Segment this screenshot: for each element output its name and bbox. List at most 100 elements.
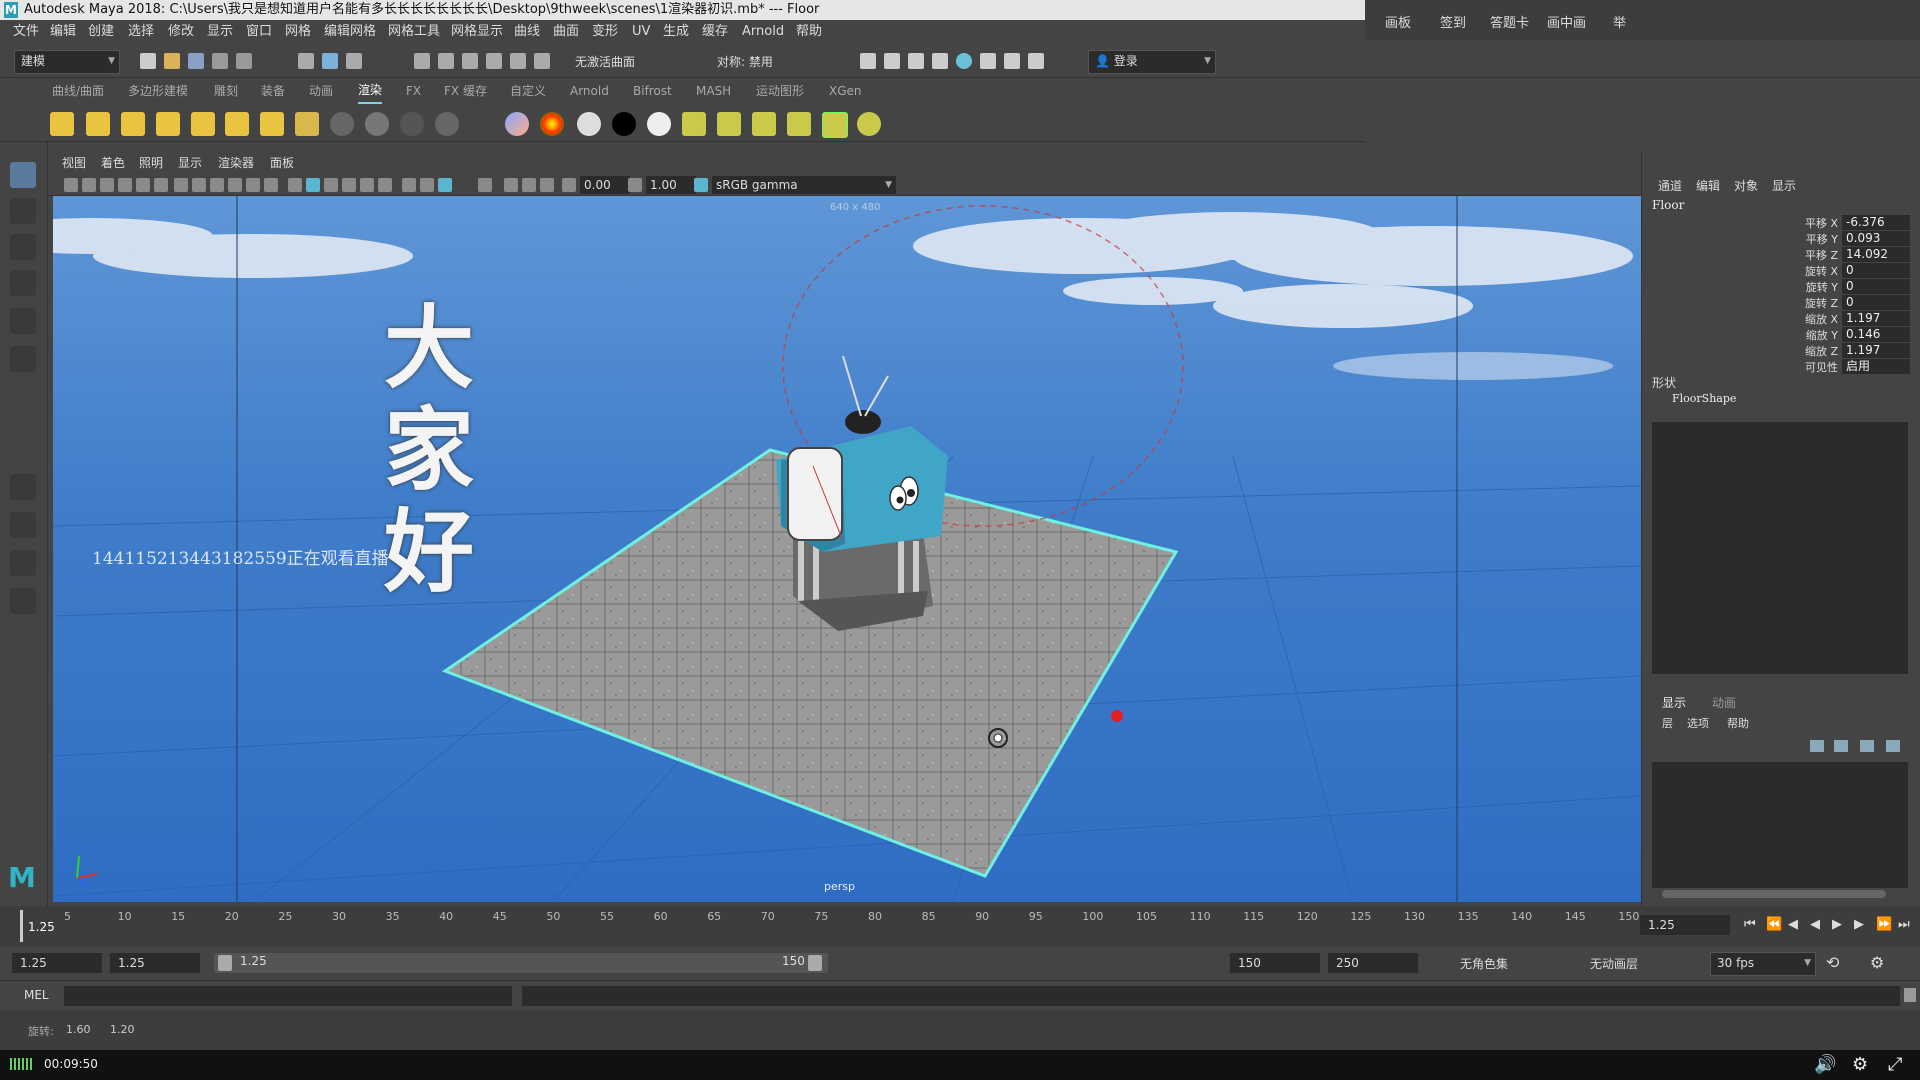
command-input[interactable] <box>64 986 512 1006</box>
layer-menu-options[interactable]: 选项 <box>1687 715 1709 731</box>
current-time-marker[interactable] <box>20 910 23 942</box>
layer-menu-layers[interactable]: 层 <box>1662 715 1673 731</box>
hypershade-icon[interactable] <box>956 53 972 69</box>
resolution-gate-icon[interactable] <box>192 178 206 192</box>
rotate-tool-icon[interactable] <box>10 308 36 334</box>
isolate-select-icon[interactable] <box>478 178 492 192</box>
batch-render-icon[interactable] <box>717 112 741 136</box>
exposure-field[interactable]: 0.00 <box>580 176 630 194</box>
menu-cache[interactable]: 缓存 <box>702 20 728 44</box>
step-forward-icon[interactable]: ⏩ <box>1876 917 1892 932</box>
attr-value-ty[interactable]: 0.093 <box>1842 231 1910 246</box>
directional-light-icon[interactable] <box>86 112 110 136</box>
shelf-tab-motion-graphics[interactable]: 运动图形 <box>756 78 804 104</box>
loop-icon[interactable]: ⟲ <box>1826 953 1839 972</box>
shelf-tab-fx[interactable]: FX <box>406 78 421 104</box>
camera-bookmark-icon[interactable] <box>82 178 96 192</box>
playback-end-field[interactable]: 150 <box>1230 953 1320 973</box>
layer-tab-anim[interactable]: 动画 <box>1712 694 1736 711</box>
shape-name[interactable]: FloorShape <box>1672 392 1736 405</box>
spot-light-icon[interactable] <box>156 112 180 136</box>
safe-action-icon[interactable] <box>246 178 260 192</box>
light-editor-icon[interactable] <box>260 112 284 136</box>
grease-pencil-icon[interactable] <box>136 178 150 192</box>
command-language[interactable]: MEL <box>24 988 49 1002</box>
shelf-tab-sculpt[interactable]: 雕刻 <box>214 78 238 104</box>
panel-menu-panels[interactable]: 面板 <box>270 152 294 174</box>
current-frame-field[interactable]: 1.25 <box>1640 915 1730 935</box>
wireframe-on-shaded-icon[interactable] <box>324 178 338 192</box>
channel-tab-object[interactable]: 对象 <box>1734 177 1758 194</box>
menu-create[interactable]: 创建 <box>88 20 114 44</box>
color-wheel-icon[interactable] <box>540 112 564 136</box>
shelf-tab-curves[interactable]: 曲线/曲面 <box>52 78 104 104</box>
open-scene-icon[interactable] <box>164 53 180 69</box>
render-toggle-icon[interactable] <box>822 112 848 138</box>
shelf-tab-xgen[interactable]: XGen <box>829 78 862 104</box>
shadows-icon[interactable] <box>378 178 392 192</box>
range-handle-end[interactable] <box>808 955 822 971</box>
menu-select[interactable]: 选择 <box>128 20 154 44</box>
step-back-key-icon[interactable]: ◀ <box>1788 917 1798 932</box>
exposure-icon[interactable] <box>562 178 576 192</box>
attr-value-sy[interactable]: 0.146 <box>1842 327 1910 342</box>
step-forward-key-icon[interactable]: ▶ <box>1854 917 1864 932</box>
panel-menu-renderer[interactable]: 渲染器 <box>218 152 254 174</box>
time-slider[interactable]: 1.25 5 10 15 20 25 30 35 40 45 50 55 60 65 70 75 80 85 90… <box>0 906 1920 946</box>
layer-scrollbar[interactable] <box>1662 890 1886 898</box>
use-lights-icon[interactable] <box>360 178 374 192</box>
anim-layer-dropdown[interactable]: 无动画层 <box>1590 955 1638 972</box>
layer-menu-help[interactable]: 帮助 <box>1727 715 1749 731</box>
menu-arnold[interactable]: Arnold <box>742 20 784 44</box>
channel-tab-edit[interactable]: 编辑 <box>1696 177 1720 194</box>
go-to-end-icon[interactable]: ⏭ <box>1898 917 1910 932</box>
motion-blur-icon[interactable] <box>420 178 434 192</box>
surface-shader-icon[interactable] <box>435 112 459 136</box>
anti-aliasing-icon[interactable] <box>438 178 452 192</box>
animation-start-field[interactable]: 1.25 <box>12 953 102 973</box>
textured-icon[interactable] <box>342 178 356 192</box>
shelf-tab-rigging[interactable]: 装备 <box>261 78 285 104</box>
black-sphere-icon[interactable] <box>612 112 636 136</box>
render-current-icon[interactable] <box>860 53 876 69</box>
shelf-tab-fx-cache[interactable]: FX 缓存 <box>444 78 487 104</box>
hypershade-shelf-icon[interactable] <box>857 112 881 136</box>
fullscreen-icon[interactable]: ⤢ <box>1888 1054 1902 1075</box>
shelf-tab-arnold[interactable]: Arnold <box>570 78 609 104</box>
grid-toggle-icon[interactable] <box>154 178 168 192</box>
snap-point-icon[interactable] <box>462 53 478 69</box>
new-layer-icon[interactable] <box>1860 740 1874 752</box>
gate-mask-icon[interactable] <box>210 178 224 192</box>
step-back-icon[interactable]: ⏪ <box>1766 917 1782 932</box>
select-component-icon[interactable] <box>346 53 362 69</box>
shelf-tab-rendering[interactable]: 渲染 <box>358 78 383 104</box>
menu-generate[interactable]: 生成 <box>663 20 689 44</box>
field-chart-icon[interactable] <box>228 178 242 192</box>
shelf-tab-mash[interactable]: MASH <box>696 78 731 104</box>
overlay-item-report[interactable]: 举 <box>1613 12 1626 31</box>
overlay-item-answer-card[interactable]: 答题卡 <box>1490 12 1529 31</box>
wireframe-icon[interactable] <box>288 178 302 192</box>
xray-icon[interactable] <box>504 178 518 192</box>
volume-icon[interactable]: 🔊 <box>1814 1054 1836 1075</box>
move-tool-icon[interactable] <box>10 270 36 296</box>
shelf-tab-poly[interactable]: 多边形建模 <box>128 78 188 104</box>
attr-value-rz[interactable]: 0 <box>1842 295 1910 310</box>
range-slider[interactable]: 1.25 150 <box>214 953 828 973</box>
script-editor-icon[interactable] <box>1904 988 1916 1002</box>
snap-curve-icon[interactable] <box>438 53 454 69</box>
render-layer-icon[interactable] <box>682 112 706 136</box>
ramp-shader-icon[interactable] <box>505 112 529 136</box>
ipr-render-icon[interactable] <box>908 53 924 69</box>
animation-end-field[interactable]: 250 <box>1328 953 1418 973</box>
range-handle-start[interactable] <box>218 955 232 971</box>
menu-edit-mesh[interactable]: 编辑网格 <box>324 20 376 44</box>
panel-menu-show[interactable]: 显示 <box>178 152 202 174</box>
camera-attributes-icon[interactable] <box>64 178 78 192</box>
menu-window[interactable]: 窗口 <box>246 20 272 44</box>
four-pane-icon[interactable] <box>10 512 36 538</box>
shelf-tab-custom[interactable]: 自定义 <box>510 78 546 104</box>
two-d-pan-icon[interactable] <box>118 178 132 192</box>
render-view-icon[interactable] <box>980 53 996 69</box>
menu-mesh-display[interactable]: 网格显示 <box>451 20 503 44</box>
